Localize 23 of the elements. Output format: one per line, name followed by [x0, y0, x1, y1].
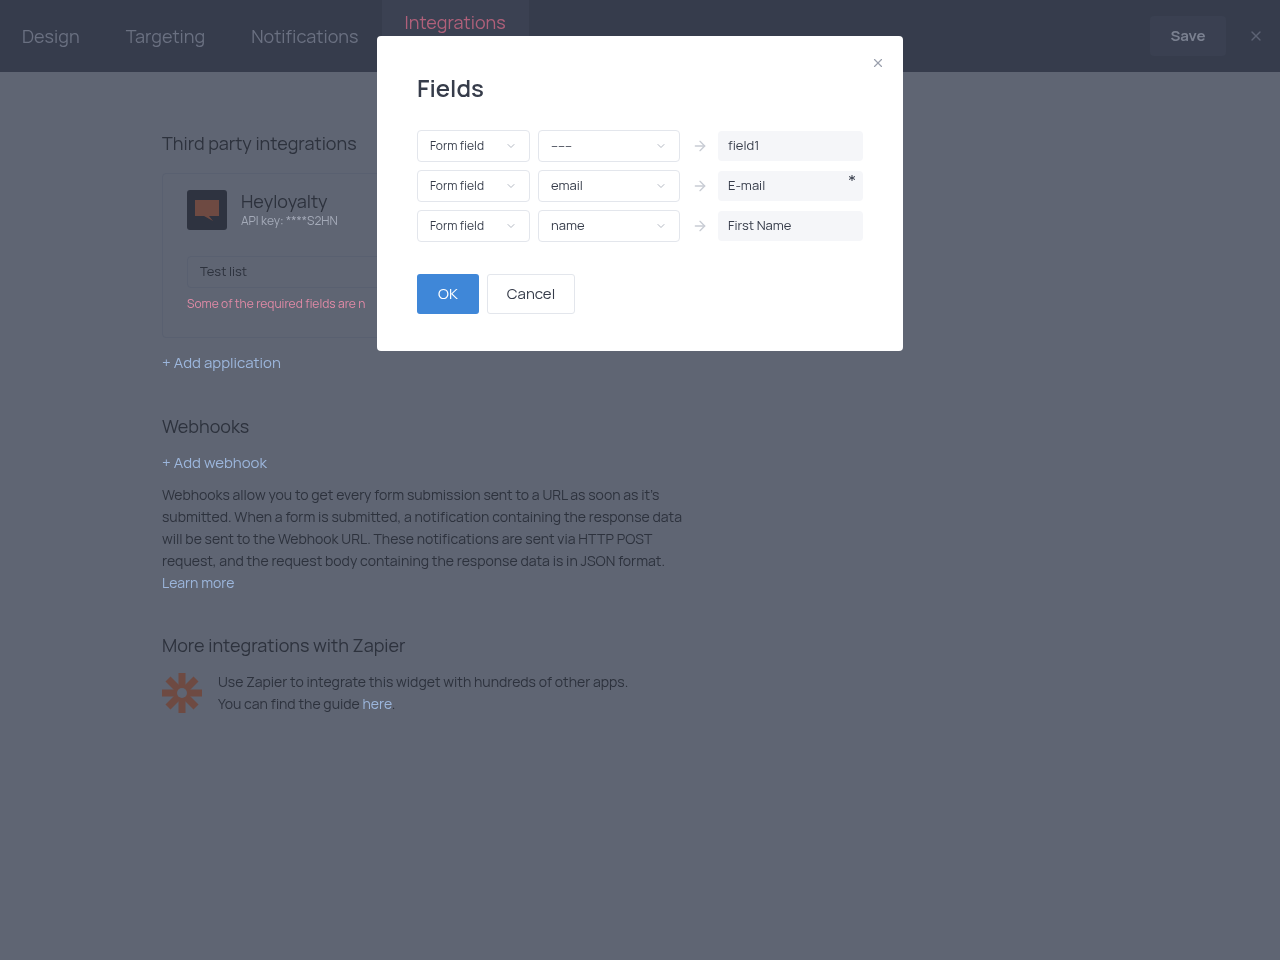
api-key: API key: ****S2HN — [241, 212, 338, 230]
save-button[interactable]: Save — [1150, 16, 1226, 56]
close-icon[interactable] — [871, 56, 885, 70]
learn-more-link[interactable]: Learn more — [162, 573, 235, 592]
add-application-link[interactable]: + Add application — [162, 352, 281, 375]
target-field: field1 — [718, 131, 863, 161]
cancel-button[interactable]: Cancel — [487, 274, 575, 314]
asterisk-logo-icon — [162, 673, 202, 713]
target-field: First Name — [718, 211, 863, 241]
field-select[interactable]: email — [538, 170, 680, 202]
source-select[interactable]: Form field — [417, 170, 530, 202]
source-select[interactable]: Form field — [417, 210, 530, 242]
required-asterisk-icon — [849, 175, 855, 181]
chat-logo-icon — [187, 190, 227, 230]
source-select[interactable]: Form field — [417, 130, 530, 162]
dialog-title: Fields — [417, 70, 485, 106]
field-select[interactable]: ––– — [538, 130, 680, 162]
here-link[interactable]: here — [362, 694, 392, 713]
ok-button[interactable]: OK — [417, 274, 479, 314]
field-select[interactable]: name — [538, 210, 680, 242]
target-field: E-mail — [718, 171, 863, 201]
error-text: Some of the required fields are n — [187, 295, 367, 313]
add-webhook-link[interactable]: + Add webhook — [162, 451, 267, 474]
